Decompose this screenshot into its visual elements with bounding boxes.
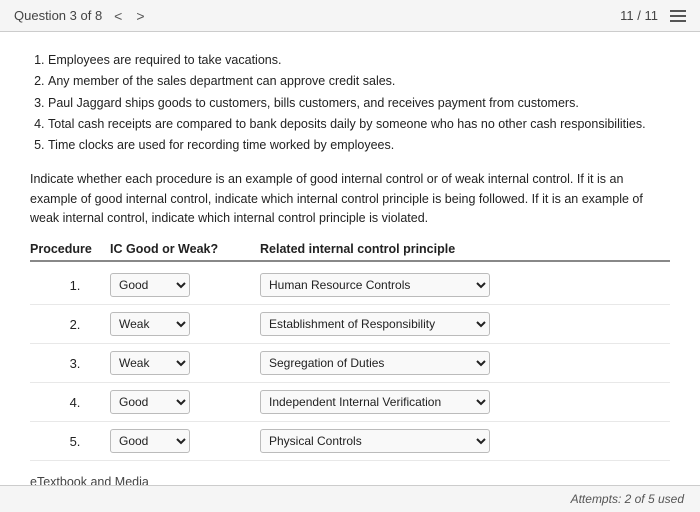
procedure-item: Employees are required to take vacations… [48,50,670,71]
top-bar-right: 11 / 11 [620,8,686,23]
col-header-ic: IC Good or Weak? [110,242,260,256]
table-row: 2.GoodWeak Human Resource ControlsEstabli… [30,305,670,344]
ic-select-4[interactable]: GoodWeak [110,390,190,414]
proc-number: 5. [30,434,110,449]
nav-prev[interactable]: < [112,8,124,24]
procedures-list: Employees are required to take vacations… [30,50,670,156]
ic-select-5[interactable]: GoodWeak [110,429,190,453]
proc-number: 1. [30,278,110,293]
instruction-text: Indicate whether each procedure is an ex… [30,170,670,228]
col-header-principle: Related internal control principle [260,242,670,256]
table-section: Procedure IC Good or Weak? Related inter… [30,242,670,461]
nav-next[interactable]: > [134,8,146,24]
principle-select-3[interactable]: Human Resource ControlsEstablishment of … [260,351,490,375]
ic-select-1[interactable]: GoodWeak [110,273,190,297]
table-header-row: Procedure IC Good or Weak? Related inter… [30,242,670,262]
procedure-item: Any member of the sales department can a… [48,71,670,92]
procedure-item: Total cash receipts are compared to bank… [48,114,670,135]
table-row: 4.GoodWeak Human Resource ControlsEstabli… [30,383,670,422]
principle-select-2[interactable]: Human Resource ControlsEstablishment of … [260,312,490,336]
principle-select-4[interactable]: Human Resource ControlsEstablishment of … [260,390,490,414]
proc-number: 2. [30,317,110,332]
principle-select-1[interactable]: Human Resource ControlsEstablishment of … [260,273,490,297]
proc-number: 4. [30,395,110,410]
table-row: 3.GoodWeak Human Resource ControlsEstabli… [30,344,670,383]
bottom-bar: Attempts: 2 of 5 used [0,485,700,512]
etextbook-link[interactable]: eTextbook and Media [30,475,670,485]
table-row: 5.GoodWeak Human Resource ControlsEstabli… [30,422,670,461]
top-bar-left: Question 3 of 8 < > [14,8,147,24]
menu-icon[interactable] [670,10,686,22]
ic-select-3[interactable]: GoodWeak [110,351,190,375]
procedure-item: Paul Jaggard ships goods to customers, b… [48,93,670,114]
principle-select-5[interactable]: Human Resource ControlsEstablishment of … [260,429,490,453]
question-label: Question 3 of 8 [14,8,102,23]
proc-number: 3. [30,356,110,371]
ic-select-2[interactable]: GoodWeak [110,312,190,336]
top-bar: Question 3 of 8 < > 11 / 11 [0,0,700,32]
procedure-item: Time clocks are used for recording time … [48,135,670,156]
table-row: 1.GoodWeak Human Resource ControlsEstabli… [30,266,670,305]
main-content: Employees are required to take vacations… [0,32,700,485]
col-header-procedure: Procedure [30,242,110,256]
attempts-label: Attempts: 2 of 5 used [571,492,684,506]
progress-label: 11 / 11 [620,8,658,23]
